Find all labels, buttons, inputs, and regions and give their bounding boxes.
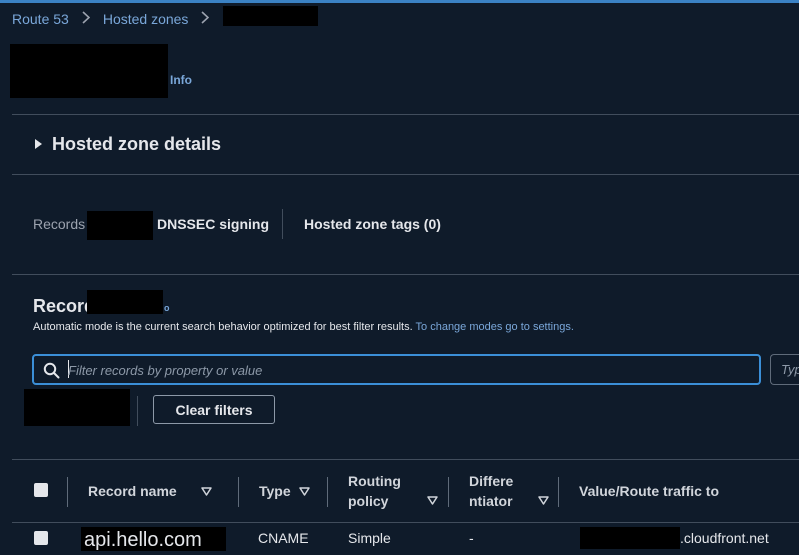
- search-icon: [43, 362, 60, 379]
- sort-down-icon[interactable]: [200, 486, 212, 496]
- column-divider: [558, 477, 559, 507]
- filter-search-box[interactable]: [32, 354, 761, 385]
- change-modes-link[interactable]: To change modes go to settings.: [416, 321, 574, 333]
- value-cell: .cloudfront.net: [680, 530, 769, 546]
- differentiator-header-line2: ntiator: [469, 493, 513, 509]
- chevron-right-icon: [82, 11, 91, 27]
- tab-divider: [282, 209, 283, 239]
- redacted-page-title: [10, 44, 168, 98]
- record-type-cell: CNAME: [258, 530, 309, 546]
- record-name-cell[interactable]: api.hello.com: [81, 527, 226, 551]
- hosted-zone-details-panel[interactable]: Hosted zone details: [12, 114, 799, 174]
- routing-policy-header-line2: policy: [348, 493, 389, 509]
- info-link[interactable]: Info: [170, 73, 192, 87]
- column-divider: [327, 477, 328, 507]
- column-header-value[interactable]: Value/Route traffic to: [579, 460, 719, 522]
- type-header-label: Type: [259, 483, 291, 499]
- tab-dnssec-signing[interactable]: DNSSEC signing: [157, 216, 269, 232]
- tabs-panel: Records DNSSEC signing Hosted zone tags …: [12, 174, 799, 274]
- table-row-border: [12, 522, 799, 523]
- differentiator-cell: -: [469, 530, 474, 546]
- breadcrumb: Route 53 Hosted zones: [12, 11, 222, 27]
- column-divider: [448, 477, 449, 507]
- redacted-records-title-count: [87, 290, 163, 314]
- row-select-checkbox[interactable]: [34, 531, 48, 545]
- column-header-type[interactable]: Type: [259, 460, 310, 522]
- records-info-link[interactable]: o: [164, 303, 170, 313]
- redacted-value-prefix: [580, 527, 680, 549]
- column-header-differentiator[interactable]: Differe ntiator: [469, 460, 513, 522]
- redacted-filter-control: [24, 389, 130, 426]
- value-header-label: Value/Route traffic to: [579, 483, 720, 499]
- routing-policy-cell: Simple: [348, 530, 391, 546]
- search-mode-description: Automatic mode is the current search beh…: [33, 321, 574, 333]
- breadcrumb-route53-link[interactable]: Route 53: [12, 11, 69, 27]
- sort-down-icon[interactable]: [427, 496, 438, 505]
- redacted-records-count: [87, 211, 153, 240]
- record-name-header-label: Record name: [88, 483, 177, 499]
- type-filter-select[interactable]: Typ: [770, 354, 799, 385]
- redacted-zone-name-breadcrumb: [223, 6, 318, 26]
- hosted-zone-details-title[interactable]: Hosted zone details: [52, 134, 221, 155]
- column-header-routing-policy[interactable]: Routing policy: [348, 460, 401, 522]
- clear-filters-button[interactable]: Clear filters: [153, 395, 275, 424]
- chevron-right-icon: [201, 11, 210, 27]
- caret-right-icon: [35, 139, 42, 149]
- tab-records[interactable]: Records: [33, 216, 85, 232]
- routing-policy-header-line1: Routing: [348, 473, 401, 489]
- sort-down-icon[interactable]: [298, 486, 310, 496]
- sort-down-icon[interactable]: [538, 496, 549, 505]
- select-all-checkbox[interactable]: [34, 483, 48, 497]
- filter-records-input[interactable]: [68, 360, 748, 380]
- filter-divider: [137, 396, 138, 426]
- differentiator-header-line1: Differe: [469, 473, 514, 489]
- column-divider: [67, 477, 68, 507]
- column-divider: [238, 477, 239, 507]
- breadcrumb-hosted-zones-link[interactable]: Hosted zones: [103, 11, 189, 27]
- search-mode-text: Automatic mode is the current search beh…: [33, 321, 413, 333]
- records-table-header: Record name Type Routing policy Differe …: [12, 460, 799, 522]
- top-accent-bar: [0, 0, 799, 3]
- tab-hosted-zone-tags[interactable]: Hosted zone tags (0): [304, 216, 441, 232]
- column-header-record-name[interactable]: Record name: [88, 460, 212, 522]
